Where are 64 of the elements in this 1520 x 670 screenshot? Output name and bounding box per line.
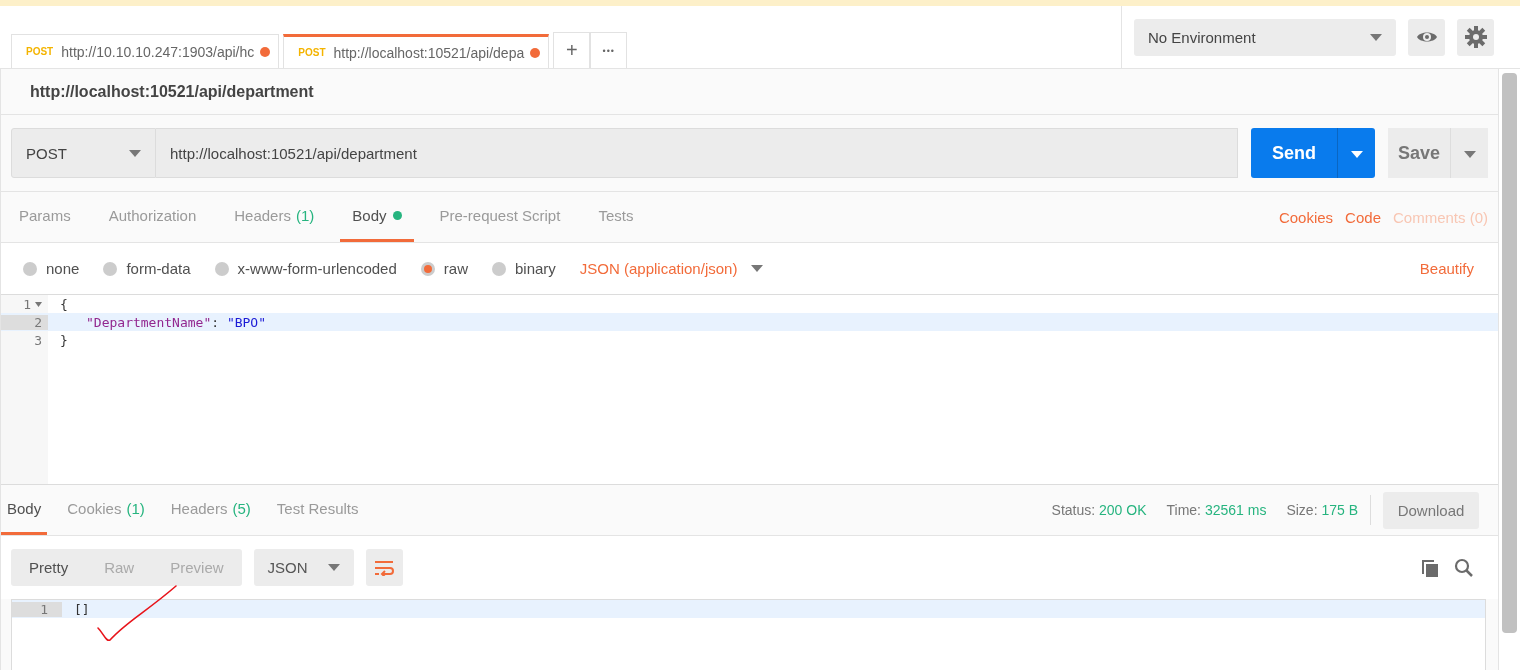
response-stat: Time: 32561 ms [1166,502,1267,518]
link[interactable]: Code [1345,208,1381,226]
request-tab[interactable]: POST http://localhost:10521/api/depa [283,34,550,68]
request-section-tab[interactable]: Authorization [96,192,209,242]
response-stat: Size: 175 B [1286,502,1358,518]
code-line: "DepartmentName": "BPO" [85,314,267,330]
download-button[interactable]: Download [1383,491,1479,529]
environment-dropdown[interactable]: No Environment [1134,18,1396,56]
url-field[interactable]: http://localhost:10521/api/department [156,128,1238,178]
send-options-button[interactable] [1337,128,1375,178]
scrollbar-thumb[interactable] [1502,73,1517,633]
save-button[interactable]: Save [1388,128,1450,178]
eye-icon [1415,30,1438,44]
body-mode-radio[interactable]: x-www-form-urlencoded [214,260,397,277]
search-icon[interactable] [1454,557,1474,578]
code-editor[interactable]: 1 { 2 "DepartmentName": "BPO" 3 } [1,294,1498,485]
request-section-tab[interactable]: Params [7,192,83,242]
line-number: 2 [34,314,42,330]
body-mode-radio[interactable]: binary [491,260,556,277]
method-label: POST [298,47,326,58]
response-tab[interactable]: Headers (5) [164,485,257,535]
request-tab[interactable]: POST http://10.10.10.247:1903/api/hc [11,34,280,68]
wrap-lines-button[interactable] [365,549,403,586]
eye-button[interactable] [1408,18,1445,56]
format-dropdown[interactable]: JSON (application/json) [579,260,764,277]
fold-icon[interactable] [35,301,42,307]
view-mode-button[interactable]: Pretty [11,549,87,586]
save-options-button[interactable] [1450,128,1488,178]
request-section-tab[interactable]: Headers (1) [222,192,327,242]
tab-url: http://10.10.10.247:1903/api/hc [61,43,255,60]
new-tab-button[interactable]: + [553,32,591,68]
response-format-dropdown[interactable]: JSON [253,549,354,586]
code-line: } [59,332,68,348]
line-number: 1 [23,296,31,312]
copy-icon[interactable] [1420,557,1440,578]
method-label: POST [26,46,54,57]
request-section-tab[interactable]: Tests [586,192,646,242]
response-tab[interactable]: Cookies (1) [61,485,151,535]
response-tab[interactable]: Test Results [270,485,365,535]
caret-icon [327,564,340,571]
beautify-link[interactable]: Beautify [1419,260,1474,277]
code-line: { [59,296,68,312]
more-tabs-button[interactable]: ••• [590,32,628,68]
settings-icon [1464,26,1487,48]
response-stat: Status: 200 OK [1051,502,1147,518]
line-number: 1 [40,601,48,617]
code-line: [] [73,601,90,617]
caret-icon [1370,33,1382,41]
caret-icon [129,149,141,157]
line-number: 3 [34,332,42,348]
request-section-tab[interactable]: Pre-request Script [427,192,573,242]
body-mode-radio[interactable]: raw [420,260,468,277]
request-title: http://localhost:10521/api/department [30,82,314,101]
settings-button[interactable] [1457,18,1494,56]
caret-icon [1463,150,1476,158]
body-mode-radio[interactable]: none [23,260,80,277]
tab-url: http://localhost:10521/api/depa [333,44,525,61]
send-button[interactable]: Send [1251,128,1337,178]
caret-icon [751,265,764,272]
link[interactable]: Cookies [1278,208,1334,226]
method-dropdown[interactable]: POST [11,128,156,178]
caret-icon [1350,150,1363,158]
body-mode-radio[interactable]: form-data [103,260,191,277]
wrap-lines-icon [374,559,395,576]
